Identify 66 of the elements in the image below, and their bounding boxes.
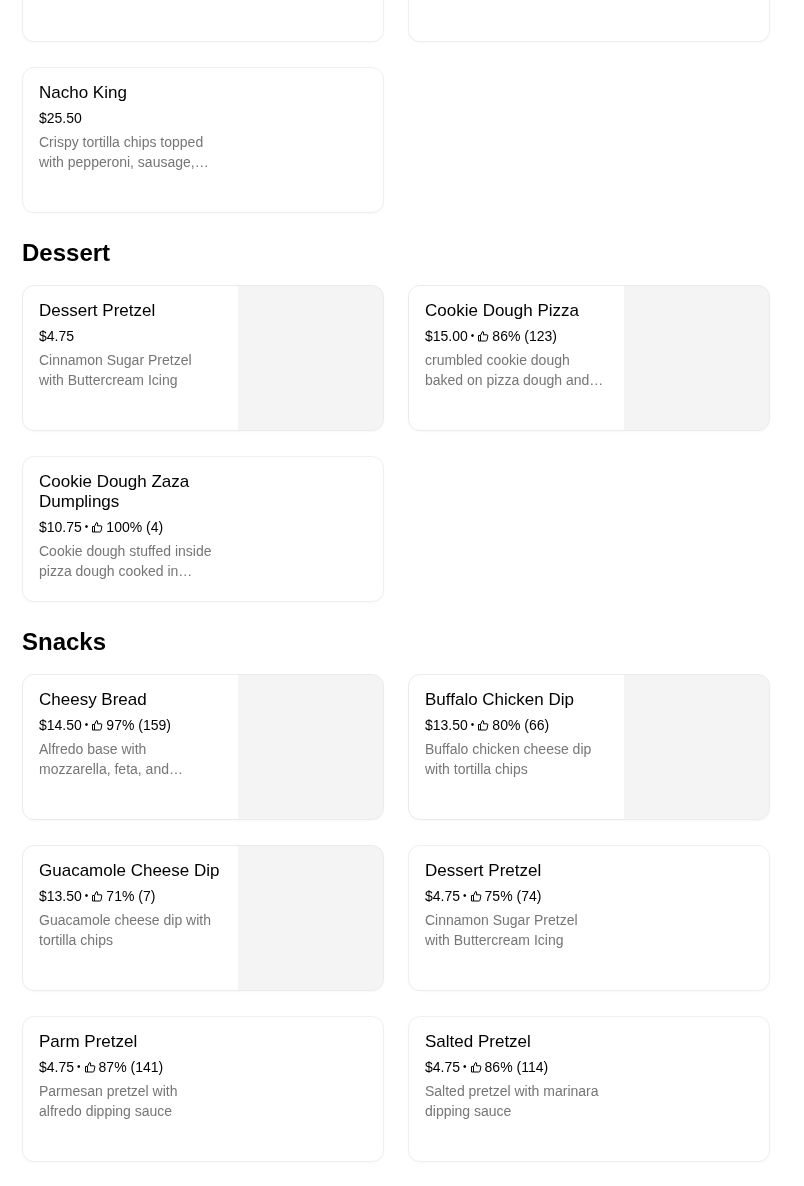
item-price: $4.75 xyxy=(39,1058,75,1077)
item-rating: 86% (114) xyxy=(484,1058,549,1077)
menu-item-card[interactable]: Guacamole Cheese Dip $13.50 • 71% (7) Guacamole cheese dip with tortilla chips xyxy=(22,845,384,991)
separator-dot: • xyxy=(84,889,89,903)
item-rating: 71% (7) xyxy=(106,887,156,906)
item-price: $25.50 xyxy=(39,109,82,128)
thumbs-up-icon xyxy=(469,1061,482,1073)
item-name: Guacamole Cheese Dip xyxy=(39,861,221,881)
item-name: Cookie Dough Zaza Dumplings xyxy=(39,472,191,512)
item-description: Salted pretzel with marinara dipping sauce xyxy=(425,1082,600,1121)
item-rating: 100% (4) xyxy=(106,518,164,537)
item-name: Salted Pretzel xyxy=(425,1032,532,1052)
separator-dot: • xyxy=(470,718,475,732)
item-price: $14.50 xyxy=(39,716,82,735)
item-description: Alfredo base with mozzarella, feta, and… xyxy=(39,740,184,779)
item-name: Parm Pretzel xyxy=(39,1032,139,1052)
item-rating: 86% (123) xyxy=(492,327,557,346)
separator-dot: • xyxy=(463,889,467,903)
item-price: $15.00 xyxy=(425,327,468,346)
thumbs-up-icon xyxy=(477,719,490,731)
thumbs-up-icon xyxy=(469,890,482,902)
item-description: Guacamole cheese dip with tortilla chips xyxy=(39,911,212,950)
separator-dot: • xyxy=(84,718,89,732)
item-price: $4.75 xyxy=(39,327,75,346)
item-description: Cinnamon Sugar Pretzel with Buttercream Icing xyxy=(425,911,579,950)
item-description: Parmesan pretzel with alfredo dipping sauce xyxy=(39,1082,179,1121)
item-rating: 75% (74) xyxy=(484,887,542,906)
thumbs-up-icon xyxy=(91,890,104,902)
item-name: Cheesy Bread xyxy=(39,690,148,710)
menu-item-card[interactable]: Cookie Dough Pizza $15.00 • 86% (123) crumbled cookie dough baked on pizza dough and… xyxy=(408,285,770,431)
item-name: Cookie Dough Pizza xyxy=(425,301,581,321)
thumbs-up-icon xyxy=(83,1061,96,1073)
item-name: Nacho King xyxy=(39,83,128,103)
separator-dot: • xyxy=(470,329,475,343)
item-rating: 87% (141) xyxy=(98,1058,164,1077)
separator-dot: • xyxy=(84,520,89,534)
section-heading: Dessert xyxy=(22,238,112,268)
item-rating: 97% (159) xyxy=(106,716,171,735)
item-rating: 80% (66) xyxy=(492,716,550,735)
menu-item-card[interactable]: Buffalo Chicken Dip $13.50 • 80% (66) Buffalo chicken cheese dip with tortilla chips xyxy=(408,674,770,820)
item-description: crumbled cookie dough baked on pizza dough and… xyxy=(425,351,605,390)
item-price: $4.75 xyxy=(425,887,461,906)
section-heading: Snacks xyxy=(22,627,108,657)
thumbs-up-icon xyxy=(477,330,490,342)
item-description: Buffalo chicken cheese dip with tortilla chips xyxy=(425,740,593,779)
item-price: $4.75 xyxy=(425,1058,461,1077)
item-price: $13.50 xyxy=(39,887,82,906)
menu-item-card[interactable]: Nacho King $25.50 Crispy tortilla chips topped with pepperoni, sausage,… xyxy=(22,67,384,213)
item-name: Buffalo Chicken Dip xyxy=(425,690,575,710)
menu-item-card[interactable]: Parm Pretzel $4.75 • 87% (141) Parmesan pretzel with alfredo dipping sauce xyxy=(22,1016,384,1162)
item-description: Cookie dough stuffed inside pizza dough cooked in… xyxy=(39,542,213,581)
separator-dot: • xyxy=(77,1060,81,1074)
item-name: Dessert Pretzel xyxy=(425,861,543,881)
menu-item-card[interactable]: Dessert Pretzel $4.75 Cinnamon Sugar Pretzel with Buttercream Icing xyxy=(22,285,384,431)
item-description: Cinnamon Sugar Pretzel with Buttercream Icing xyxy=(39,351,193,390)
item-name: Dessert Pretzel xyxy=(39,301,157,321)
item-description: Crispy tortilla chips topped with pepperoni, sausage,… xyxy=(39,133,210,172)
separator-dot: • xyxy=(463,1060,467,1074)
item-price: $13.50 xyxy=(425,716,468,735)
thumbs-up-icon xyxy=(91,719,104,731)
item-price: $10.75 xyxy=(39,518,82,537)
menu-item-card[interactable]: Salted Pretzel $4.75 • 86% (114) Salted pretzel with marinara dipping sauce xyxy=(408,1016,770,1162)
menu-item-card[interactable]: Cookie Dough Zaza Dumplings $10.75 • 100% (4) Cookie dough stuffed inside pizza dough cooked in… xyxy=(22,456,384,602)
menu-item-card[interactable]: Dessert Pretzel $4.75 • 75% (74) Cinnamon Sugar Pretzel with Buttercream Icing xyxy=(408,845,770,991)
menu-item-card[interactable]: Cheesy Bread $14.50 • 97% (159) Alfredo base with mozzarella, feta, and… xyxy=(22,674,384,820)
thumbs-up-icon xyxy=(91,521,104,533)
